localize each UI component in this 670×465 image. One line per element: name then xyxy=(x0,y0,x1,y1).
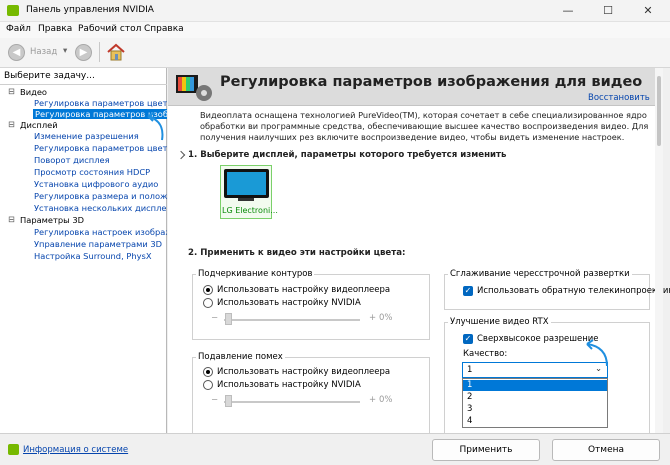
expander-3d-icon[interactable]: ⊟ xyxy=(8,214,15,224)
vertical-scrollbar[interactable] xyxy=(655,68,663,433)
inverse-telecine-label[interactable]: Использовать обратную телекинопроекцию xyxy=(477,286,670,296)
page-description: Видеоплата оснащена технологией PureVide… xyxy=(200,110,649,142)
tree-item-3d-manage[interactable]: Управление параметрами 3D xyxy=(34,239,162,249)
home-icon[interactable] xyxy=(106,43,126,61)
task-panel: Выберите задачу... ⊟ Видео Регулировка п… xyxy=(0,68,167,433)
back-arrow-icon[interactable]: ◀ xyxy=(8,44,25,61)
scrollbar-thumb[interactable] xyxy=(657,76,661,146)
page-title: Регулировка параметров изображения для в… xyxy=(220,74,643,90)
rtx-group-title: Улучшение видео RTX xyxy=(448,317,551,327)
display-name: LG Electroni... xyxy=(222,206,278,215)
tree-item-3d-image[interactable]: Регулировка настроек изображен xyxy=(34,227,167,237)
step2-heading: 2. Применить к видео эти настройки цвета… xyxy=(188,248,406,258)
footer-bar: Информация о системе Применить Отмена xyxy=(0,433,670,465)
page-banner: Регулировка параметров изображения для в… xyxy=(168,68,662,106)
forward-arrow-icon[interactable]: ▶ xyxy=(75,44,92,61)
noise-slider[interactable] xyxy=(224,401,360,403)
tree-item-size-position[interactable]: Регулировка размера и положения xyxy=(34,191,167,201)
edge-radio-player-label[interactable]: Использовать настройку видеоплеера xyxy=(217,285,390,295)
step1-heading: 1. Выберите дисплей, параметры которого … xyxy=(188,150,507,160)
quality-dropdown-list: 1 2 3 4 xyxy=(462,378,608,428)
tree-item-rotate[interactable]: Поворот дисплея xyxy=(34,155,110,165)
menu-file[interactable]: Файл xyxy=(6,24,31,34)
edge-radio-nvidia-label[interactable]: Использовать настройку NVIDIA xyxy=(217,298,361,308)
tree-item-surround[interactable]: Настройка Surround, PhysX xyxy=(34,251,152,261)
tree-category-display[interactable]: Дисплей xyxy=(20,120,58,130)
tree-item-hdcp[interactable]: Просмотр состояния HDCP xyxy=(34,167,150,177)
quality-label: Качество: xyxy=(463,349,508,359)
task-panel-header: Выберите задачу... xyxy=(4,71,95,81)
quality-option[interactable]: 2 xyxy=(467,392,472,402)
noise-value: 0% xyxy=(379,395,393,405)
toolbar-divider xyxy=(99,42,100,62)
expander-display-icon[interactable]: ⊟ xyxy=(8,119,15,129)
back-button-label[interactable]: Назад xyxy=(30,47,57,57)
annotation-arrow-icon xyxy=(147,112,164,141)
edge-slider-thumb[interactable] xyxy=(225,313,232,325)
display-tile[interactable]: LG Electroni... xyxy=(220,165,278,219)
menu-edit[interactable]: Правка xyxy=(38,24,72,34)
edge-radio-nvidia[interactable] xyxy=(203,298,213,308)
noise-minus: − xyxy=(211,395,219,405)
tree-category-video[interactable]: Видео xyxy=(20,87,47,97)
noise-group-title: Подавление помех xyxy=(196,352,285,362)
menu-bar: Файл Правка Рабочий стол Справка xyxy=(0,22,670,38)
restore-link[interactable]: Восстановить xyxy=(588,93,650,103)
edge-slider[interactable] xyxy=(224,319,360,321)
nvidia-logo-icon xyxy=(7,5,19,16)
noise-radio-nvidia-label[interactable]: Использовать настройку NVIDIA xyxy=(217,380,361,390)
toolbar: ◀ Назад ▾ ▶ xyxy=(0,38,670,68)
quality-selected-value: 1 xyxy=(467,365,473,375)
monitor-stand xyxy=(238,198,254,201)
cancel-button[interactable]: Отмена xyxy=(552,439,660,461)
noise-radio-nvidia[interactable] xyxy=(203,380,213,390)
menu-desktop[interactable]: Рабочий стол xyxy=(78,24,141,34)
noise-radio-player-label[interactable]: Использовать настройку видеоплеера xyxy=(217,367,390,377)
video-settings-icon xyxy=(174,71,216,103)
history-dropdown-icon[interactable]: ▾ xyxy=(63,46,67,56)
noise-plus: + xyxy=(369,395,377,405)
super-resolution-checkbox[interactable]: ✓ xyxy=(463,334,473,344)
step1-chevron-icon xyxy=(176,150,186,160)
edge-value: 0% xyxy=(379,313,393,323)
content-panel: Регулировка параметров изображения для в… xyxy=(168,68,670,433)
system-info-icon[interactable] xyxy=(8,444,19,455)
inverse-telecine-checkbox[interactable]: ✓ xyxy=(463,286,473,296)
annotation-arrow-icon xyxy=(586,339,608,367)
tree-item-resolution[interactable]: Изменение разрешения xyxy=(34,131,139,141)
minimize-button[interactable]: — xyxy=(548,0,588,22)
edge-minus: − xyxy=(211,313,219,323)
deinterlace-group-title: Сглаживание чересстрочной развертки xyxy=(448,269,632,279)
window-title: Панель управления NVIDIA xyxy=(26,5,154,15)
title-bar: Панель управления NVIDIA — ☐ ✕ xyxy=(0,0,670,22)
monitor-icon xyxy=(224,169,269,198)
tree-category-3d[interactable]: Параметры 3D xyxy=(20,215,84,225)
tree-item-video-color[interactable]: Регулировка параметров цвета для xyxy=(34,98,167,108)
quality-option[interactable]: 3 xyxy=(467,404,472,414)
tree-item-multi-display[interactable]: Установка нескольких дисплеев xyxy=(34,203,167,213)
menu-help[interactable]: Справка xyxy=(144,24,184,34)
edge-group-title: Подчеркивание контуров xyxy=(196,269,315,279)
expander-video-icon[interactable]: ⊟ xyxy=(8,86,15,96)
system-info-link[interactable]: Информация о системе xyxy=(23,445,128,455)
tree-item-display-color[interactable]: Регулировка параметров цвета ра xyxy=(34,143,167,153)
noise-slider-thumb[interactable] xyxy=(225,395,232,407)
noise-radio-player[interactable] xyxy=(203,367,213,377)
apply-button[interactable]: Применить xyxy=(432,439,540,461)
tree-item-audio[interactable]: Установка цифрового аудио xyxy=(34,179,158,189)
quality-option[interactable]: 4 xyxy=(467,416,472,426)
quality-option[interactable]: 1 xyxy=(463,380,607,391)
edge-plus: + xyxy=(369,313,377,323)
edge-radio-player[interactable] xyxy=(203,285,213,295)
close-button[interactable]: ✕ xyxy=(628,0,668,22)
maximize-button[interactable]: ☐ xyxy=(588,0,628,22)
